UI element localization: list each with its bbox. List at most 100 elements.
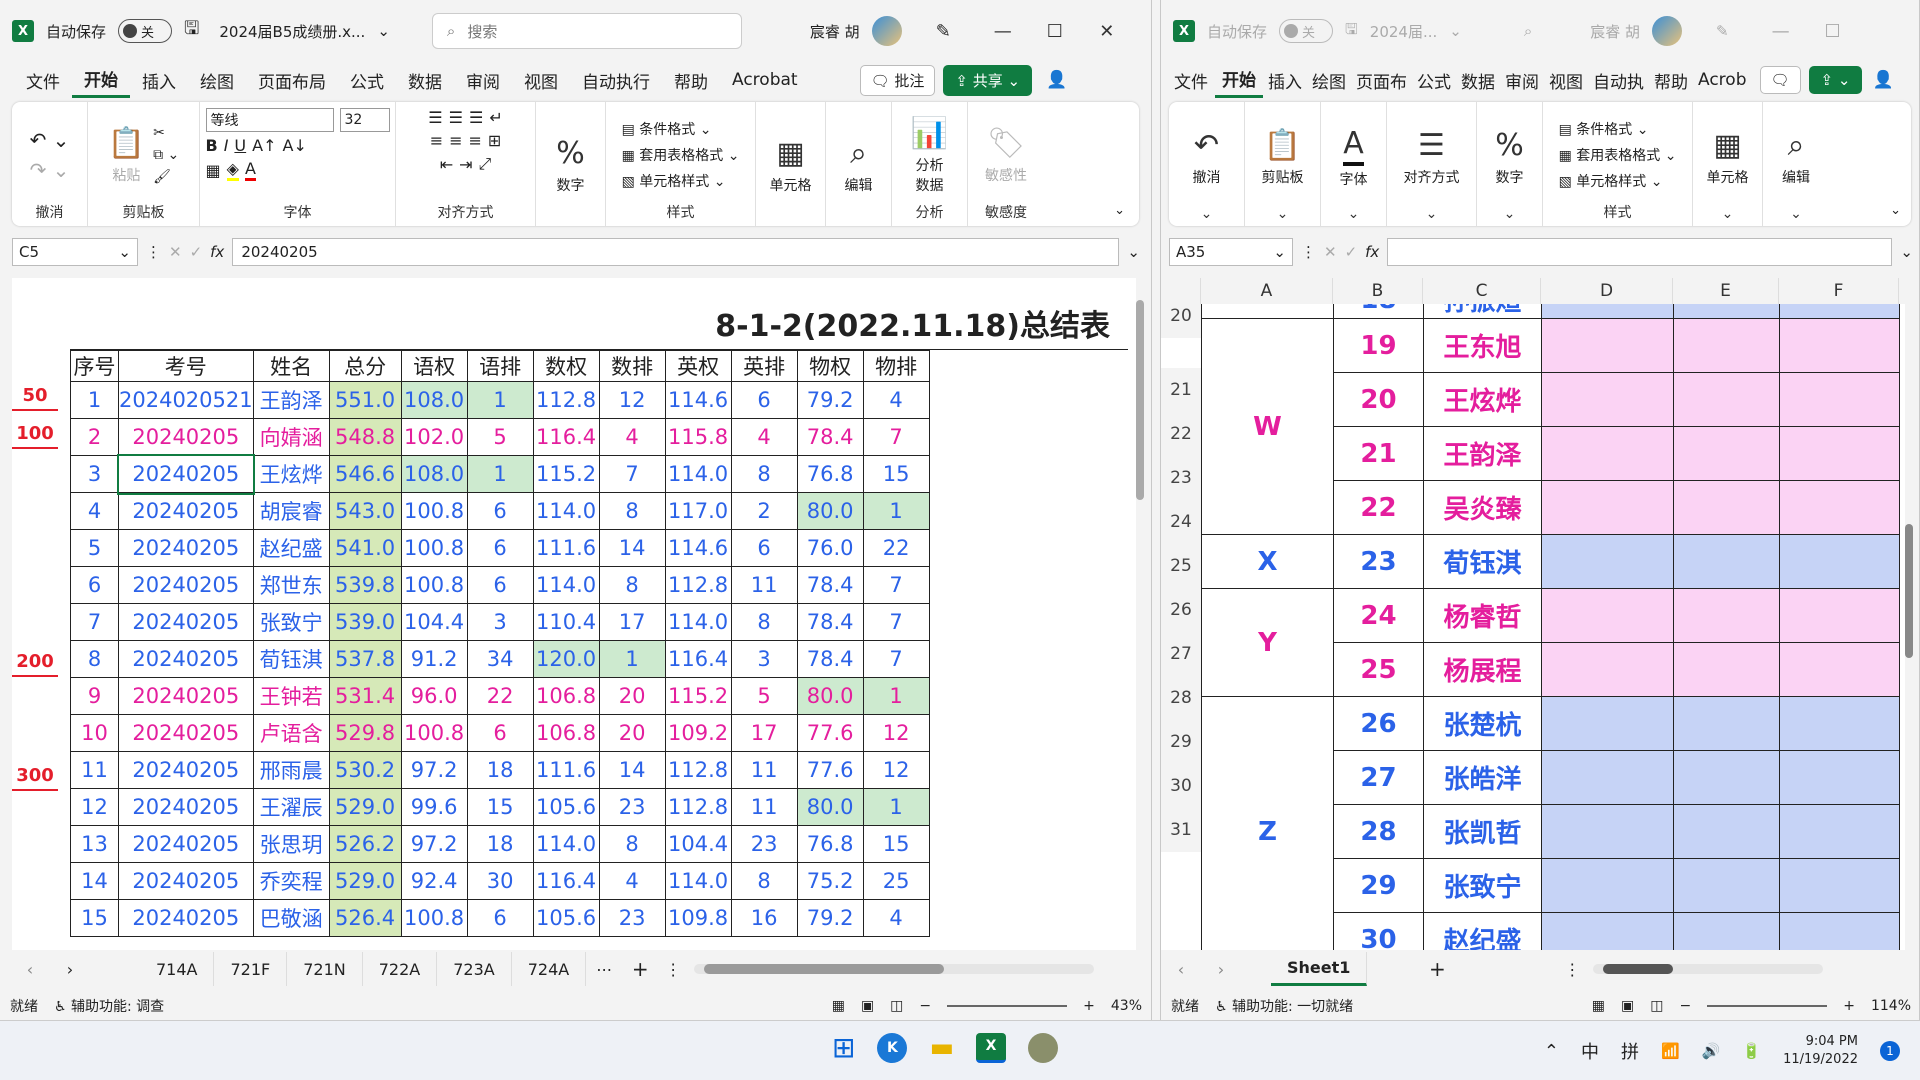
- tab-data[interactable]: 数据: [396, 62, 454, 98]
- group-letter-cell[interactable]: Z: [1201, 696, 1334, 950]
- table-cell[interactable]: 79.2: [796, 899, 864, 937]
- table-cell[interactable]: 郑世东: [252, 566, 330, 604]
- table-cell[interactable]: 8: [730, 455, 798, 493]
- table-cell[interactable]: 8: [598, 825, 666, 863]
- name-cell[interactable]: 杨睿哲: [1423, 588, 1542, 643]
- table-cell[interactable]: 100.8: [400, 529, 468, 567]
- table-cell[interactable]: 6: [730, 381, 798, 419]
- table-cell[interactable]: 109.8: [664, 899, 732, 937]
- number-format-button[interactable]: % 数字: [556, 136, 585, 195]
- table-cell[interactable]: 539.0: [328, 603, 402, 641]
- table-cell[interactable]: 1: [862, 677, 930, 715]
- table-cell[interactable]: 卢语含: [252, 714, 330, 752]
- table-cell[interactable]: 116.4: [532, 862, 600, 900]
- tab-data[interactable]: 数据: [1456, 62, 1500, 98]
- table-cell[interactable]: 78.4: [796, 603, 864, 641]
- table-cell[interactable]: 巴敬涵: [252, 899, 330, 937]
- table-cell[interactable]: 7: [862, 603, 930, 641]
- number-cell[interactable]: 30: [1333, 912, 1424, 950]
- minimize-button[interactable]: —: [1761, 21, 1801, 42]
- row-header[interactable]: 30: [1161, 764, 1201, 808]
- table-cell[interactable]: 97.2: [400, 751, 468, 789]
- number-cell[interactable]: 22: [1333, 480, 1424, 535]
- save-icon[interactable]: 🖫: [184, 16, 199, 46]
- merge-icon[interactable]: ⊞: [488, 131, 501, 150]
- row-header[interactable]: 31: [1161, 808, 1201, 852]
- accessibility-status[interactable]: ♿ 辅助功能: 调查: [54, 996, 164, 1016]
- table-cell[interactable]: 78.4: [796, 640, 864, 678]
- border-icon[interactable]: ▦: [206, 161, 221, 180]
- cell-style-button[interactable]: ▧ 单元格样式 ⌄: [1559, 171, 1677, 191]
- table-cell[interactable]: 541.0: [328, 529, 402, 567]
- table-cell[interactable]: 7: [70, 603, 119, 641]
- table-cell[interactable]: 109.2: [664, 714, 732, 752]
- copy-icon[interactable]: ⧉ ⌄: [153, 147, 179, 163]
- name-box[interactable]: A35 ⌄: [1169, 238, 1293, 266]
- tab-file[interactable]: 文件: [14, 62, 72, 98]
- align-top-icon[interactable]: ☰: [428, 108, 442, 127]
- table-cell[interactable]: 115.2: [532, 455, 600, 493]
- table-cell[interactable]: 20: [598, 714, 666, 752]
- analyze-data-button[interactable]: 📊 分析数据: [910, 116, 950, 195]
- table-cell[interactable]: 34: [466, 640, 534, 678]
- column-header[interactable]: 英排: [730, 350, 798, 382]
- table-cell[interactable]: 15: [862, 455, 930, 493]
- number-cell[interactable]: 28: [1333, 804, 1424, 859]
- table-cell[interactable]: 10: [70, 714, 119, 752]
- table-cell[interactable]: 王韵泽: [252, 381, 330, 419]
- table-cell[interactable]: 2: [730, 492, 798, 530]
- table-cell[interactable]: 8: [598, 566, 666, 604]
- table-cell[interactable]: 80.0: [796, 492, 864, 530]
- table-cell[interactable]: 112.8: [664, 788, 732, 826]
- table-cell[interactable]: 102.0: [400, 418, 468, 456]
- fill-cell[interactable]: [1673, 804, 1780, 859]
- normal-view-icon[interactable]: ▦: [1592, 998, 1605, 1014]
- fill-cell[interactable]: [1673, 318, 1780, 373]
- conditional-format-button[interactable]: ▤ 条件格式 ⌄: [1559, 119, 1677, 139]
- table-cell[interactable]: 3: [70, 455, 119, 493]
- table-cell[interactable]: 1: [70, 381, 119, 419]
- group-letter-cell[interactable]: Y: [1201, 588, 1334, 697]
- table-cell[interactable]: 114.0: [664, 862, 732, 900]
- tab-review[interactable]: 审阅: [1500, 62, 1544, 98]
- share-button[interactable]: ⇪ 共享 ⌄: [943, 64, 1033, 96]
- name-cell[interactable]: 杨展程: [1423, 642, 1542, 697]
- name-cell[interactable]: 王东旭: [1423, 318, 1542, 373]
- table-cell[interactable]: 76.8: [796, 455, 864, 493]
- name-cell[interactable]: 赵纪盛: [1423, 912, 1542, 950]
- normal-view-icon[interactable]: ▦: [832, 998, 845, 1014]
- table-cell[interactable]: 4: [862, 381, 930, 419]
- table-cell[interactable]: 向婧涵: [252, 418, 330, 456]
- fill-cell[interactable]: [1779, 750, 1900, 805]
- indent-increase-icon[interactable]: ⇥: [459, 155, 472, 174]
- fill-cell[interactable]: [1673, 858, 1780, 913]
- side-label[interactable]: [12, 913, 58, 943]
- name-cell[interactable]: 荀钰淇: [1423, 534, 1542, 589]
- table-cell[interactable]: 20240205: [116, 453, 256, 495]
- name-cell[interactable]: 张皓洋: [1423, 750, 1542, 805]
- fill-cell[interactable]: [1779, 372, 1900, 427]
- table-cell[interactable]: 1: [466, 381, 534, 419]
- table-cell[interactable]: 6: [730, 529, 798, 567]
- table-cell[interactable]: 7: [862, 566, 930, 604]
- column-header[interactable]: C: [1423, 278, 1541, 304]
- table-cell[interactable]: 王钟若: [252, 677, 330, 715]
- indent-decrease-icon[interactable]: ⇤: [440, 155, 453, 174]
- table-cell[interactable]: 108.0: [400, 455, 468, 493]
- page-layout-view-icon[interactable]: ▣: [1621, 998, 1634, 1014]
- table-cell[interactable]: 117.0: [664, 492, 732, 530]
- table-cell[interactable]: 114.0: [664, 455, 732, 493]
- table-cell[interactable]: 邢雨晨: [252, 751, 330, 789]
- table-cell[interactable]: 77.6: [796, 751, 864, 789]
- name-cell[interactable]: 孙振煊: [1423, 304, 1542, 319]
- table-cell[interactable]: 20: [598, 677, 666, 715]
- paste-button[interactable]: 📋 粘贴: [108, 126, 145, 185]
- table-cell[interactable]: 92.4: [400, 862, 468, 900]
- tab-automate[interactable]: 自动执: [1588, 62, 1649, 98]
- table-cell[interactable]: 115.2: [664, 677, 732, 715]
- table-cell[interactable]: 14: [598, 529, 666, 567]
- number-cell[interactable]: 23: [1333, 534, 1424, 589]
- align-middle-icon[interactable]: ☰: [449, 108, 463, 127]
- table-cell[interactable]: 96.0: [400, 677, 468, 715]
- edit-button[interactable]: ⌕ 编辑: [845, 136, 873, 195]
